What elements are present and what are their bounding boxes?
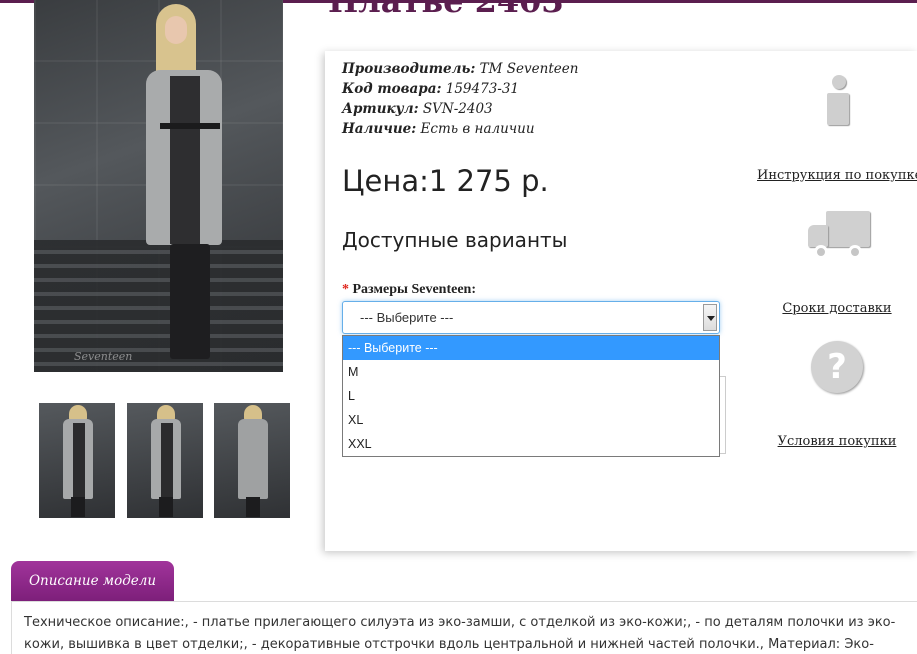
chevron-down-icon[interactable] — [703, 304, 717, 331]
model-face — [165, 16, 187, 44]
price-value: 1 275 р. — [428, 164, 549, 198]
dress-leather-panel — [170, 76, 200, 244]
size-option-l[interactable]: L — [343, 384, 719, 408]
photo-stairs — [34, 240, 283, 372]
thumbnail-3[interactable] — [214, 403, 290, 518]
size-option-placeholder[interactable]: --- Выберите --- — [343, 336, 719, 360]
size-option-xl[interactable]: XL — [343, 408, 719, 432]
purchase-info-sidebar: Инструкция по покупке Сроки доставки ? У… — [757, 51, 917, 471]
meta-article: Артикул: SVN-2403 — [342, 101, 493, 117]
product-title: Платье 2403 — [328, 0, 564, 20]
meta-manufacturer: Производитель: TM Seventeen — [342, 61, 579, 77]
size-dropdown-list: --- Выберите --- M L XL XXL — [342, 335, 720, 457]
size-option-m[interactable]: M — [343, 360, 719, 384]
tab-description[interactable]: Описание модели — [11, 561, 174, 601]
thumbnail-2[interactable] — [127, 403, 203, 518]
terms-link[interactable]: Условия покупки — [778, 434, 897, 449]
photo-watermark: Seventeen — [74, 350, 133, 363]
required-mark: * — [342, 282, 349, 297]
thumbnail-strip — [39, 403, 291, 518]
product-price: Цена:1 275 р. — [342, 164, 549, 198]
question-icon[interactable]: ? — [811, 341, 863, 393]
info-icon[interactable] — [825, 75, 853, 127]
variants-heading: Доступные варианты — [342, 228, 568, 252]
instruction-link[interactable]: Инструкция по покупке — [757, 168, 917, 183]
meta-product-code: Код товара: 159473-31 — [342, 81, 520, 97]
description-text: Техническое описание:, - платье прилегаю… — [24, 615, 896, 652]
meta-availability: Наличие: Есть в наличии — [342, 121, 535, 137]
terms-item: Условия покупки — [757, 430, 917, 449]
model-legs — [170, 244, 210, 359]
product-meta: Производитель: TM Seventeen Код товара: … — [342, 59, 578, 139]
size-select-value: --- Выберите --- — [360, 310, 454, 325]
instruction-item: Инструкция по покупке — [757, 164, 917, 183]
truck-icon[interactable] — [808, 211, 870, 261]
size-select[interactable]: --- Выберите --- — [342, 301, 720, 334]
delivery-link[interactable]: Сроки доставки — [782, 301, 891, 316]
main-product-photo[interactable]: Seventeen — [34, 0, 283, 372]
dress-belt — [160, 123, 220, 129]
description-panel: Техническое описание:, - платье прилегаю… — [11, 601, 917, 654]
thumbnail-1[interactable] — [39, 403, 115, 518]
price-label: Цена: — [342, 164, 429, 198]
size-option-xxl[interactable]: XXL — [343, 432, 719, 456]
delivery-item: Сроки доставки — [757, 297, 917, 316]
size-label: * Размеры Seventeen: — [342, 282, 476, 297]
